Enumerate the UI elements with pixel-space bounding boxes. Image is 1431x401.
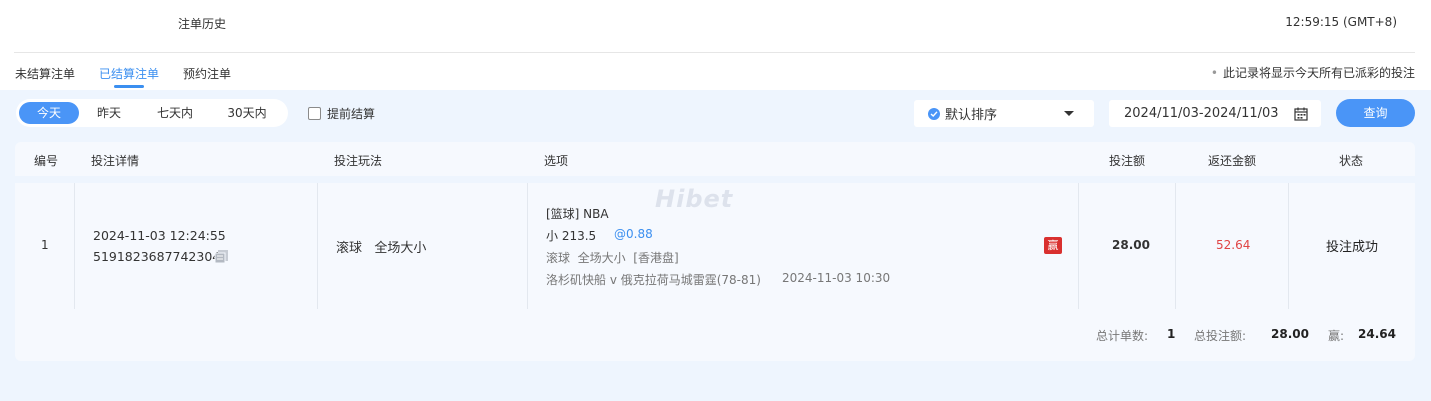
range-yesterday[interactable]: 昨天 xyxy=(83,102,135,124)
range-7days[interactable]: 七天内 xyxy=(146,102,204,124)
top-bar: 注单历史 12:59:15 (GMT+8) xyxy=(0,0,1431,46)
notice: • 此记录将显示今天所有已派彩的投注 xyxy=(1211,64,1415,81)
query-button[interactable]: 查询 xyxy=(1336,99,1415,127)
col-divider xyxy=(1078,183,1079,309)
col-option: 选项 xyxy=(544,154,569,168)
table-header: 编号 投注详情 投注玩法 选项 投注额 返还金额 状态 xyxy=(15,142,1415,176)
early-settle-checkbox[interactable] xyxy=(308,106,321,120)
total-label: 总投注额: xyxy=(1194,329,1247,343)
chevron-down-icon xyxy=(1064,111,1074,116)
row-index: 1 xyxy=(41,238,49,252)
watermark-logo: Hibet xyxy=(655,185,734,213)
copy-icon[interactable] xyxy=(214,249,229,267)
total-value: 28.00 xyxy=(1271,327,1309,341)
early-settle-filter[interactable]: 提前结算 xyxy=(308,105,375,121)
summary-footer: 总计单数: 1 总投注额: 28.00 赢: 24.64 xyxy=(15,309,1415,361)
check-circle-icon xyxy=(928,107,940,120)
option-odds: @0.88 xyxy=(614,227,653,241)
option-market: 滚球 全场大小 [香港盘] xyxy=(546,251,679,265)
tab-reserved[interactable]: 预约注单 xyxy=(183,65,231,82)
clock: 12:59:15 (GMT+8) xyxy=(1285,15,1397,29)
sort-dropdown[interactable]: 默认排序 xyxy=(914,100,1094,127)
option-sport: [篮球] NBA xyxy=(546,207,609,221)
col-return: 返还金额 xyxy=(1208,154,1257,168)
date-range-selector: 今天 昨天 七天内 30天内 xyxy=(16,99,288,127)
stake-amount: 28.00 xyxy=(1112,238,1150,252)
range-30days[interactable]: 30天内 xyxy=(216,102,278,124)
early-settle-label: 提前结算 xyxy=(327,106,376,121)
notice-text: 此记录将显示今天所有已派彩的投注 xyxy=(1222,66,1415,80)
date-picker[interactable]: 2024/11/03-2024/11/03 xyxy=(1109,100,1321,127)
col-stake: 投注额 xyxy=(1109,154,1146,168)
range-today[interactable]: 今天 xyxy=(19,102,79,124)
tab-settled[interactable]: 已结算注单 xyxy=(99,65,159,82)
count-value: 1 xyxy=(1167,327,1176,341)
date-range-text: 2024/11/03-2024/11/03 xyxy=(1124,106,1279,121)
option-pick: 小 213.5 xyxy=(546,229,597,243)
active-tab-indicator xyxy=(114,85,144,88)
count-label: 总计单数: xyxy=(1096,329,1149,343)
sort-label: 默认排序 xyxy=(945,108,998,123)
col-divider xyxy=(317,183,318,309)
win-label: 赢: xyxy=(1328,329,1345,343)
col-status: 状态 xyxy=(1339,154,1364,168)
win-badge: 赢 xyxy=(1044,237,1062,254)
col-divider xyxy=(1175,183,1176,309)
option-match: 洛杉矶快船 v 俄克拉荷马城雷霆(78-81) xyxy=(546,273,761,287)
bet-status: 投注成功 xyxy=(1326,240,1379,255)
bet-datetime: 2024-11-03 12:24:55 xyxy=(93,228,226,243)
ticket-number: 5191823687742304 xyxy=(93,249,221,264)
divider xyxy=(14,52,1415,53)
tab-unsettled[interactable]: 未结算注单 xyxy=(15,65,75,82)
page-title: 注单历史 xyxy=(178,17,227,31)
col-index: 编号 xyxy=(34,154,59,168)
return-amount: 52.64 xyxy=(1216,238,1251,252)
col-divider xyxy=(74,183,75,309)
calendar-icon[interactable] xyxy=(1294,107,1308,124)
col-divider xyxy=(527,183,528,309)
bullet-icon: • xyxy=(1210,66,1218,80)
bet-play: 滚球 全场大小 xyxy=(336,241,427,256)
col-play: 投注玩法 xyxy=(334,154,383,168)
win-value: 24.64 xyxy=(1358,327,1396,341)
col-details: 投注详情 xyxy=(91,154,140,168)
col-divider xyxy=(1288,183,1289,309)
option-time: 2024-11-03 10:30 xyxy=(782,271,891,285)
